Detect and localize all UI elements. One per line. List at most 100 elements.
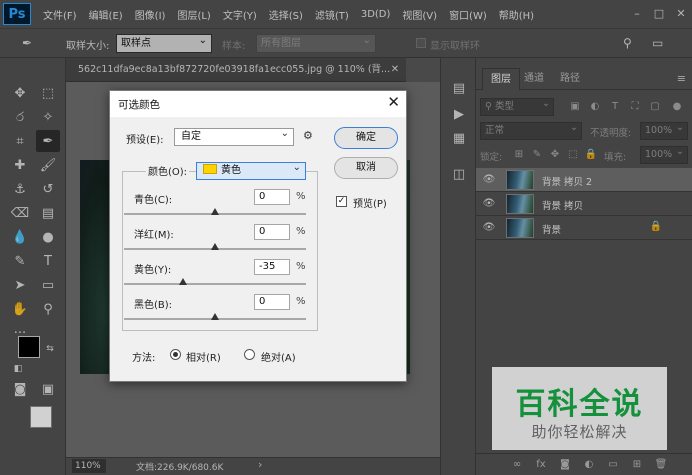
pen-tool-icon[interactable]: ✎ xyxy=(8,250,32,272)
eye-icon[interactable]: 👁 xyxy=(482,198,496,210)
workspace-icon[interactable]: ▭ xyxy=(652,36,670,52)
actions-play-icon[interactable]: ▶ xyxy=(449,104,469,124)
background-color-swatch[interactable] xyxy=(30,406,52,428)
ok-button[interactable]: 确定 xyxy=(334,127,398,149)
status-menu-arrow[interactable]: › xyxy=(258,458,262,471)
link-icon[interactable]: ∞ xyxy=(510,458,524,472)
method-relative-radio[interactable] xyxy=(170,349,181,360)
maximize-button[interactable]: □ xyxy=(648,0,670,28)
eyedropper-tool-icon[interactable]: ✒ xyxy=(36,130,60,152)
magic-wand-tool-icon[interactable]: ✧ xyxy=(36,106,60,128)
tab-channels[interactable]: 通道 xyxy=(516,68,552,90)
history-panel-icon[interactable]: ▤ xyxy=(449,78,469,98)
brush-tool-icon[interactable]: 🖌 xyxy=(36,154,60,176)
swap-colors-icon[interactable]: ⇆ xyxy=(38,338,62,360)
minimize-button[interactable]: – xyxy=(626,0,648,28)
preview-checkbox[interactable]: ✓ xyxy=(336,196,347,207)
trash-icon[interactable]: 🗑 xyxy=(654,458,668,472)
menu-help[interactable]: 帮助(H) xyxy=(493,7,540,22)
yellow-slider[interactable] xyxy=(124,278,306,285)
menu-filter[interactable]: 滤镜(T) xyxy=(309,7,355,22)
lock-artboard-icon[interactable]: ⬚ xyxy=(566,148,580,162)
lasso-tool-icon[interactable]: ර xyxy=(8,106,32,128)
screen-mode-icon[interactable]: ▣ xyxy=(36,378,60,400)
cyan-slider[interactable] xyxy=(124,208,306,215)
mask-icon[interactable]: ◙ xyxy=(558,458,572,472)
preset-options-gear-icon[interactable]: ⚙ xyxy=(303,129,313,142)
search-icon[interactable]: ⚲ xyxy=(623,36,641,52)
tab-paths[interactable]: 路径 xyxy=(552,68,588,90)
lock-position-icon[interactable]: ✥ xyxy=(548,148,562,162)
layer-row[interactable]: 👁 背景 🔒 xyxy=(476,216,692,240)
layer-filter-select[interactable]: ⚲ 类型 xyxy=(480,96,554,116)
black-slider-thumb[interactable] xyxy=(211,313,219,320)
type-tool-icon[interactable]: T xyxy=(36,250,60,272)
dodge-tool-icon[interactable]: ● xyxy=(36,226,60,248)
sample-select[interactable]: 所有图层 xyxy=(256,32,376,53)
magenta-input[interactable]: 0 xyxy=(254,224,290,240)
fill-input[interactable]: 100% xyxy=(640,144,688,164)
move-tool-icon[interactable]: ✥ xyxy=(8,82,32,104)
yellow-slider-thumb[interactable] xyxy=(179,278,188,285)
dialog-close-icon[interactable]: ✕ xyxy=(387,93,400,111)
cyan-slider-thumb[interactable] xyxy=(211,208,219,215)
adjustment-icon[interactable]: ◐ xyxy=(582,458,596,472)
cyan-input[interactable]: 0 xyxy=(254,189,290,205)
menu-type[interactable]: 文字(Y) xyxy=(217,7,263,22)
layer-row[interactable]: 👁 背景 拷贝 xyxy=(476,192,692,216)
new-layer-icon[interactable]: ⊞ xyxy=(630,458,644,472)
path-select-tool-icon[interactable]: ➤ xyxy=(8,274,32,296)
zoom-level-input[interactable]: 110% xyxy=(72,459,106,473)
menu-edit[interactable]: 编辑(E) xyxy=(83,7,129,22)
eyedropper-icon[interactable]: ✒ xyxy=(22,36,40,52)
blend-mode-select[interactable]: 正常 xyxy=(480,120,582,140)
fx-icon[interactable]: fx xyxy=(534,458,548,472)
shape-tool-icon[interactable]: ▭ xyxy=(36,274,60,296)
filter-shape-icon[interactable]: ⛶ xyxy=(628,100,642,114)
lock-pixels-icon[interactable]: ✎ xyxy=(530,148,544,162)
black-slider[interactable] xyxy=(124,313,306,320)
history-brush-tool-icon[interactable]: ↺ xyxy=(36,178,60,200)
hand-tool-icon[interactable]: ✋ xyxy=(8,298,32,320)
zoom-tool-icon[interactable]: ⚲ xyxy=(36,298,60,320)
menu-3d[interactable]: 3D(D) xyxy=(355,9,397,20)
yellow-input[interactable]: -35 xyxy=(254,259,290,275)
eye-icon[interactable]: 👁 xyxy=(482,174,496,186)
menu-select[interactable]: 选择(S) xyxy=(263,7,309,22)
cancel-button[interactable]: 取消 xyxy=(334,157,398,179)
eraser-tool-icon[interactable]: ⌫ xyxy=(8,202,32,224)
crop-tool-icon[interactable]: ⌗ xyxy=(8,130,32,152)
menu-view[interactable]: 视图(V) xyxy=(396,7,443,22)
colors-select[interactable]: 黄色 xyxy=(196,160,306,180)
method-absolute-radio[interactable] xyxy=(244,349,255,360)
menu-window[interactable]: 窗口(W) xyxy=(443,7,493,22)
gradient-tool-icon[interactable]: ▤ xyxy=(36,202,60,224)
document-tab[interactable]: 562c11dfa9ec8a13bf872720fe03918fa1ecc055… xyxy=(66,58,406,82)
magenta-slider[interactable] xyxy=(124,243,306,250)
sample-size-select[interactable]: 取样点 xyxy=(116,32,212,53)
menu-image[interactable]: 图像(I) xyxy=(129,7,172,22)
menu-file[interactable]: 文件(F) xyxy=(37,7,83,22)
filter-type-icon[interactable]: T xyxy=(608,100,622,114)
marquee-tool-icon[interactable]: ⬚ xyxy=(36,82,60,104)
opacity-input[interactable]: 100% xyxy=(640,120,688,140)
magenta-slider-thumb[interactable] xyxy=(211,243,219,250)
lock-transparent-icon[interactable]: ⊞ xyxy=(512,148,526,162)
layer-row[interactable]: 👁 背景 拷贝 2 xyxy=(476,168,692,192)
close-document-icon[interactable]: ✕ xyxy=(387,58,403,82)
black-input[interactable]: 0 xyxy=(254,294,290,310)
lock-all-icon[interactable]: 🔒 xyxy=(584,148,598,162)
show-ring-checkbox[interactable] xyxy=(416,38,426,48)
menu-layer[interactable]: 图层(L) xyxy=(171,7,216,22)
tab-layers[interactable]: 图层 xyxy=(482,68,520,90)
filter-smart-object-icon[interactable]: ▢ xyxy=(648,100,662,114)
filter-pixel-icon[interactable]: ▣ xyxy=(568,100,582,114)
eye-icon[interactable]: 👁 xyxy=(482,222,496,234)
quick-mask-icon[interactable]: ◙ xyxy=(8,378,32,400)
healing-tool-icon[interactable]: ✚ xyxy=(8,154,32,176)
preset-select[interactable]: 自定 xyxy=(174,126,294,146)
default-colors-icon[interactable]: ◧ xyxy=(6,358,30,380)
blur-tool-icon[interactable]: 💧 xyxy=(8,226,32,248)
group-icon[interactable]: ▭ xyxy=(606,458,620,472)
stamp-tool-icon[interactable]: ⚓ xyxy=(8,178,32,200)
